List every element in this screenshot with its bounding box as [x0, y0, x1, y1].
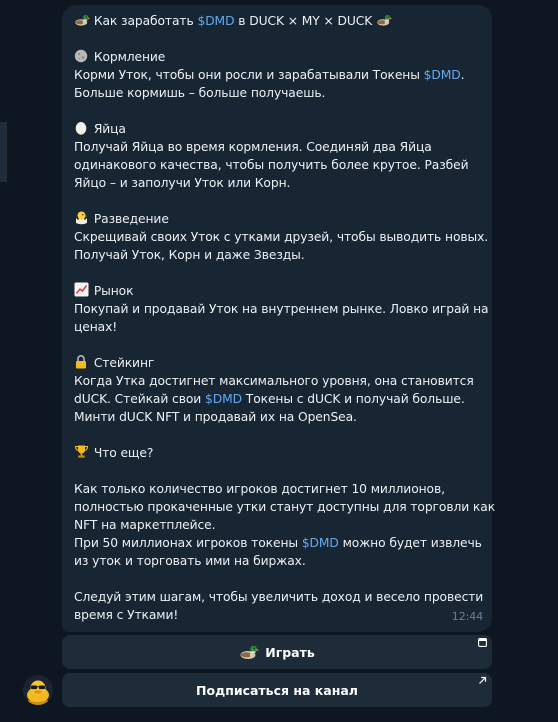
window-icon	[478, 638, 487, 647]
section-heading-text: Стейкинг	[93, 356, 155, 370]
line-text: dUCK. Стейкай свои	[74, 392, 205, 406]
dmd-link[interactable]: $DMD	[302, 536, 339, 550]
dmd-link[interactable]: $DMD	[197, 14, 234, 28]
title-text: в DUCK × MY × DUCK	[234, 14, 373, 28]
section-heading-text: Что еще?	[93, 446, 154, 460]
subscribe-button-label: Подписаться на канал	[196, 682, 358, 698]
section-heading-text: Рынок	[93, 284, 134, 298]
message-line: Покупай и продавай Уток на внутреннем ры…	[74, 302, 489, 316]
section-heading-text: Разведение	[93, 212, 169, 226]
section-heading: Разведение	[74, 210, 482, 228]
duck-icon	[239, 644, 260, 660]
message-line: При 50 миллионах игроков токены $DMD мож…	[74, 534, 482, 552]
section-heading-text: Кормление	[93, 50, 166, 64]
dmd-link[interactable]: $DMD	[424, 68, 461, 82]
message-bubble: Как заработать $DMD в DUCK × MY × DUCK К…	[62, 5, 496, 632]
subscribe-channel-button[interactable]: Подписаться на канал	[62, 673, 492, 707]
message-line: Получай Яйца во время кормления. Соединя…	[74, 140, 432, 154]
section-heading: Рынок	[74, 282, 482, 300]
message-line: Когда Утка достигнет максимального уровн…	[74, 374, 474, 388]
external-link-arrow-icon	[479, 676, 487, 684]
message-line: ценах!	[74, 320, 118, 334]
section-heading-text: Яйца	[93, 122, 126, 136]
duck-icon	[74, 13, 90, 33]
play-button-label: Играть	[265, 644, 315, 660]
section-heading: Кормление	[74, 48, 482, 66]
duck-avatar-icon	[23, 675, 53, 705]
message-line: Получай Уток, Корн и даже Звезды.	[74, 248, 305, 262]
message-line: NFT на маркетплейсе.	[74, 518, 216, 532]
section-heading: Яйца	[74, 120, 482, 138]
bot-avatar[interactable]	[23, 675, 53, 705]
message-text: Как заработать $DMD в DUCK × MY × DUCK К…	[74, 12, 496, 624]
message-line: Скрещивай своих Уток с утками друзей, чт…	[74, 230, 489, 244]
section-heading: Стейкинг	[74, 354, 482, 372]
trophy-icon	[74, 444, 90, 465]
left-panel-edge	[0, 122, 7, 182]
message-line: из уток и торговать ими на биржах.	[74, 554, 306, 568]
message-line: одинакового качества, чтобы получить бол…	[74, 158, 469, 172]
line-text: При 50 миллионах игроков токены	[74, 536, 302, 550]
message-line: Минти dUCK NFT и продавай их на OpenSea.	[74, 410, 357, 424]
message-line: dUCK. Стейкай свои $DMD Токены с dUCK и …	[74, 390, 482, 408]
line-text: Токены с dUCK и получай больше.	[241, 392, 465, 406]
message-line: Яйцо – и заполучи Уток или Корн.	[74, 176, 291, 190]
play-button[interactable]: Играть	[62, 635, 492, 669]
dmd-link[interactable]: $DMD	[205, 392, 242, 406]
message-line: Корми Уток, чтобы они росли и зарабатыва…	[74, 66, 482, 84]
message-title: Как заработать $DMD в DUCK × MY × DUCK	[74, 12, 482, 30]
message-line: время с Утками!	[74, 608, 179, 622]
message-line: полностью прокаченные утки станут доступ…	[74, 500, 496, 514]
duck-icon	[376, 13, 393, 33]
message-line: Как только количество игроков достигнет …	[74, 482, 445, 496]
message-line: Больше кормишь – больше получаешь.	[74, 86, 326, 100]
line-text: Корми Уток, чтобы они росли и зарабатыва…	[74, 68, 424, 82]
title-text: Как заработать	[93, 14, 198, 28]
line-text: .	[460, 68, 465, 82]
chat-area: Как заработать $DMD в DUCK × MY × DUCK К…	[0, 0, 558, 722]
line-text: можно будет извлечь	[338, 536, 482, 550]
section-heading: Что еще?	[74, 444, 482, 462]
message-line: Следуй этим шагам, чтобы увеличить доход…	[74, 590, 484, 604]
message-time: 12:44	[451, 610, 483, 623]
